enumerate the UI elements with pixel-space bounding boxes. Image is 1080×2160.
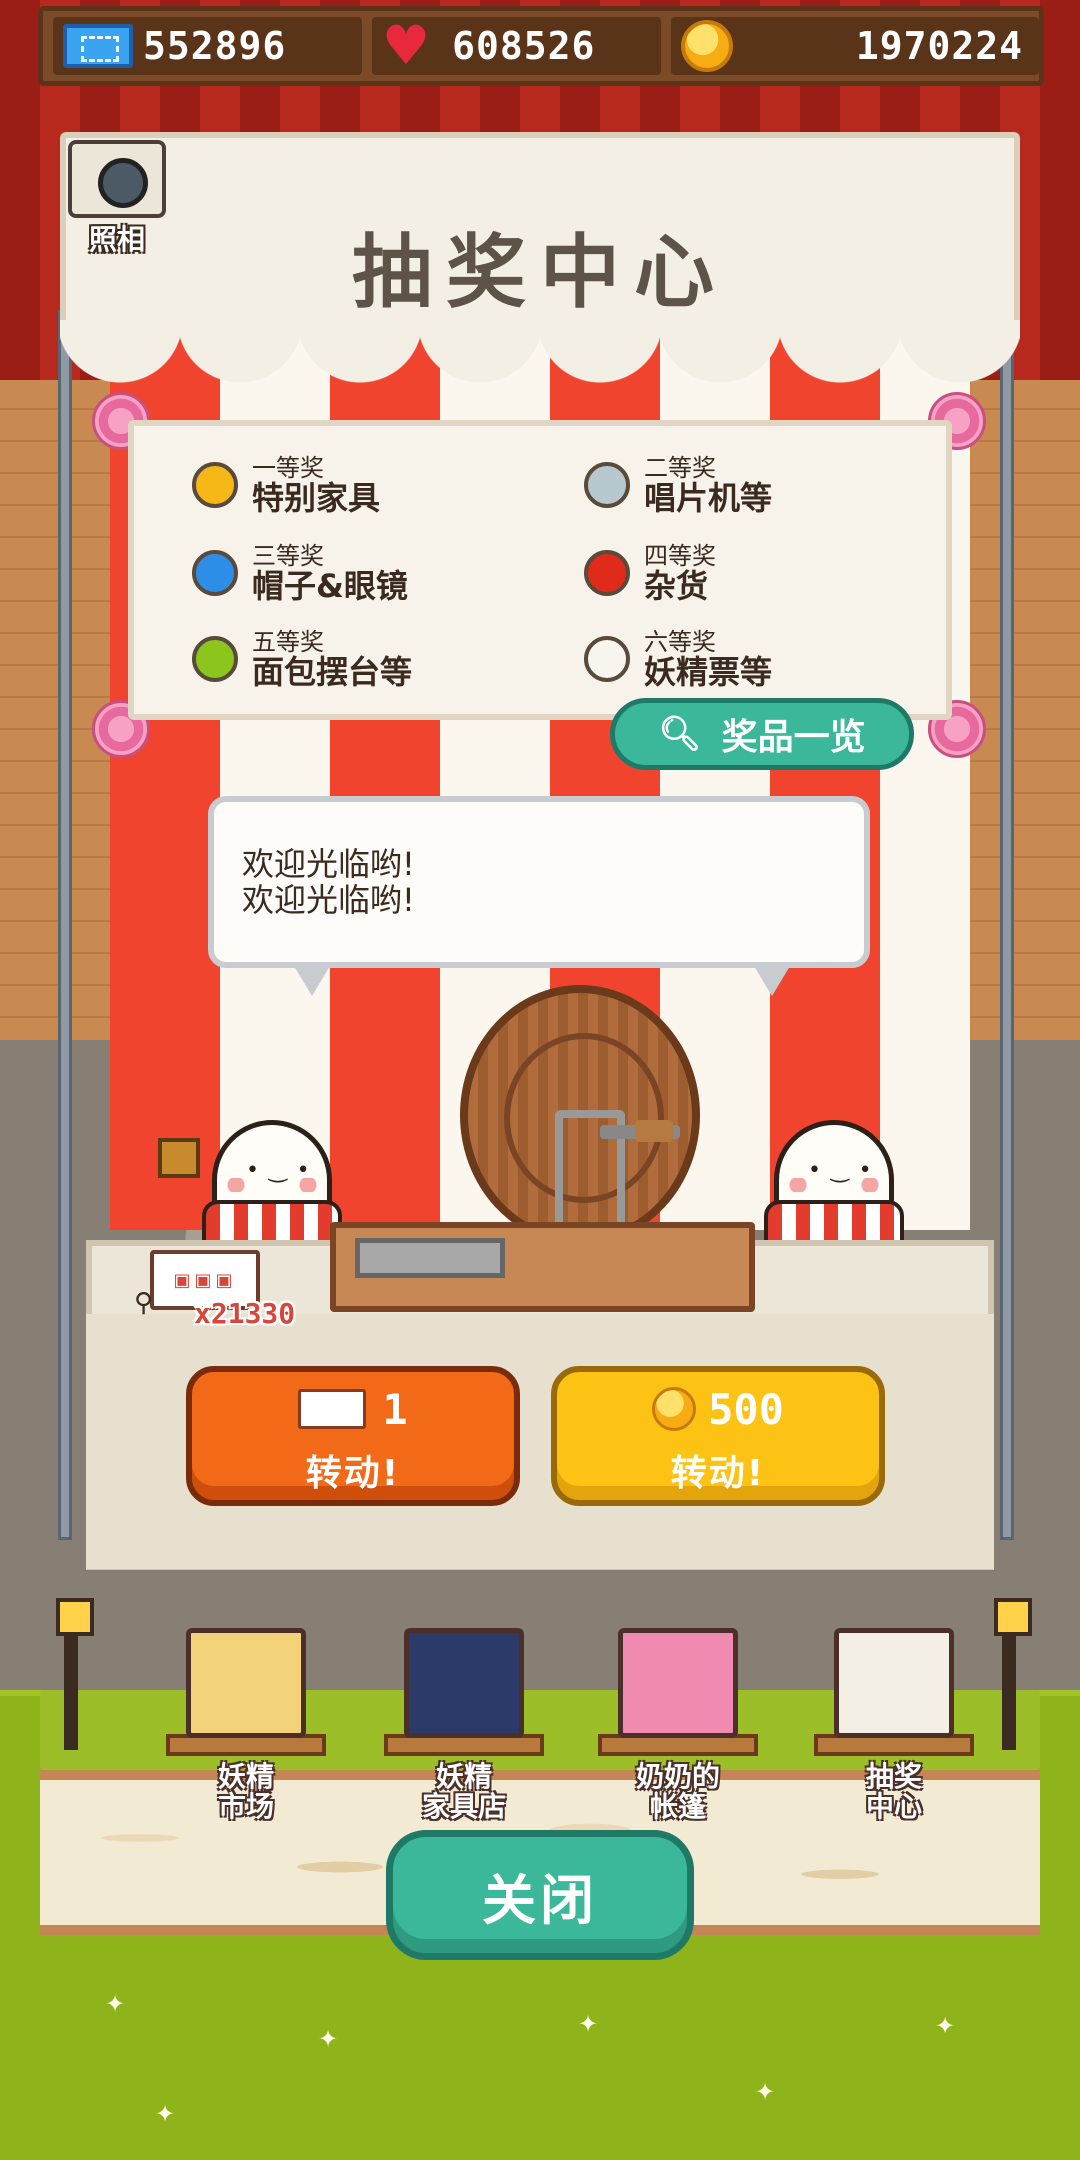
close-button[interactable]: 关闭 — [386, 1830, 694, 1960]
prize-ball-icon — [584, 636, 630, 682]
ball-tray — [355, 1238, 505, 1278]
sparkle-icon: ✦ — [105, 1990, 126, 2018]
coin-icon — [652, 1387, 697, 1431]
nav-label: 奶奶的 帐篷 — [635, 1760, 720, 1823]
spin-coin-cost: 500 — [708, 1384, 784, 1434]
prize-tier: 五等奖 面包摆台等 — [192, 630, 572, 688]
page-title: 抽奖中心 — [352, 226, 728, 319]
camera-label: 照相 — [88, 223, 145, 256]
prize-tier: 四等奖 杂货 — [584, 544, 964, 602]
sparkle-icon: ✦ — [578, 2010, 599, 2038]
prize-tier: 一等奖 特别家具 — [192, 456, 572, 514]
currency-bar: 552896 ♥ 608526 1970224 — [38, 6, 1044, 86]
coin-icon — [680, 20, 733, 72]
prize-ball-icon — [584, 462, 630, 508]
mascot-left: •‿• — [202, 1120, 342, 1246]
prize-item: 面包摆台等 — [252, 653, 413, 691]
crank-grip — [635, 1120, 673, 1142]
nav-label: 抽奖 中心 — [865, 1760, 922, 1823]
magnifier-icon: 🔍︎ — [658, 714, 702, 754]
prize-item: 杂货 — [644, 567, 709, 605]
prize-rank: 二等奖 — [644, 454, 716, 482]
prize-rank: 五等奖 — [252, 628, 324, 656]
prize-ball-icon — [584, 550, 630, 596]
booth-pole-left — [58, 310, 72, 1540]
speech-line: 欢迎光临哟! — [242, 881, 415, 919]
sparkle-icon: ✦ — [318, 2025, 339, 2053]
prize-ball-icon — [192, 636, 238, 682]
coin-count: 1970224 — [855, 24, 1023, 68]
mascot-right: •‿• — [764, 1120, 904, 1246]
furniture-store-icon — [404, 1628, 524, 1738]
heart-icon: ♥ — [381, 14, 431, 77]
sparkle-icon: ✦ — [755, 2078, 776, 2106]
spin-ticket-label: 转动! — [305, 1453, 401, 1494]
prize-tier: 二等奖 唱片机等 — [584, 456, 964, 514]
prize-item: 特别家具 — [252, 479, 381, 517]
magnifier-icon: ⚲ — [134, 1288, 154, 1318]
prize-item: 妖精票等 — [644, 653, 773, 691]
prize-rank: 四等奖 — [644, 542, 716, 570]
spin-ticket-cost: 1 — [382, 1384, 408, 1434]
nav-label: 妖精 市场 — [217, 1760, 274, 1823]
prize-list-label: 奖品一览 — [721, 717, 866, 758]
prize-board: 一等奖 特别家具 二等奖 唱片机等 三等奖 帽子&眼镜 四等奖 杂货 五等奖 面… — [128, 420, 952, 720]
ticket-counter: 552896 — [53, 17, 362, 75]
spin-coin-label: 转动! — [670, 1453, 766, 1494]
booth-pole-right — [1000, 310, 1014, 1540]
speech-bubble: 欢迎光临哟! 欢迎光临哟! — [208, 796, 870, 996]
speech-tail — [754, 966, 790, 996]
sparkle-icon: ✦ — [155, 2100, 176, 2128]
prize-list-button[interactable]: 🔍︎ 奖品一览 — [610, 698, 914, 770]
ticket-icon — [63, 24, 133, 68]
nav-lottery-center[interactable]: 抽奖 中心 — [812, 1628, 976, 1822]
tent-icon — [618, 1628, 738, 1738]
lamp-post — [56, 1598, 94, 1750]
ticket-count: 552896 — [143, 24, 287, 68]
prize-ball-icon — [192, 462, 238, 508]
nav-label: 妖精 家具店 — [421, 1760, 506, 1823]
prize-tier: 三等奖 帽子&眼镜 — [192, 544, 572, 602]
prize-tier: 六等奖 妖精票等 — [584, 630, 964, 688]
prize-rank: 一等奖 — [252, 454, 324, 482]
camera-button[interactable]: 照相 — [62, 140, 172, 256]
prize-item: 唱片机等 — [644, 479, 773, 517]
speech-tail — [294, 966, 330, 996]
coin-counter: 1970224 — [670, 17, 1039, 75]
ticket-icon — [298, 1389, 367, 1429]
sparkle-icon: ✦ — [935, 2012, 956, 2040]
nav-fairy-market[interactable]: 妖精 市场 — [164, 1628, 328, 1822]
prize-rank: 三等奖 — [252, 542, 324, 570]
prize-ball-icon — [192, 550, 238, 596]
spin-ticket-button[interactable]: 1 转动! — [186, 1366, 520, 1506]
lamp-post — [994, 1598, 1032, 1750]
speech-line: 欢迎光临哟! — [242, 845, 415, 883]
heart-counter: ♥ 608526 — [371, 14, 661, 77]
market-icon — [186, 1628, 306, 1738]
awning-scallop — [60, 320, 1020, 410]
booth-roof: 抽奖中心 — [60, 132, 1020, 337]
nav-furniture-store[interactable]: 妖精 家具店 — [382, 1628, 546, 1822]
ticket-stack-count: x21330 — [194, 1297, 296, 1330]
camera-icon — [68, 140, 166, 218]
heart-count: 608526 — [452, 24, 596, 68]
nav-grandma-tent[interactable]: 奶奶的 帐篷 — [596, 1628, 760, 1822]
prize-rank: 六等奖 — [644, 628, 716, 656]
spin-coin-button[interactable]: 500 转动! — [551, 1366, 885, 1506]
bell-icon — [158, 1138, 200, 1178]
prize-item: 帽子&眼镜 — [252, 567, 408, 605]
lottery-booth-icon — [834, 1628, 954, 1738]
